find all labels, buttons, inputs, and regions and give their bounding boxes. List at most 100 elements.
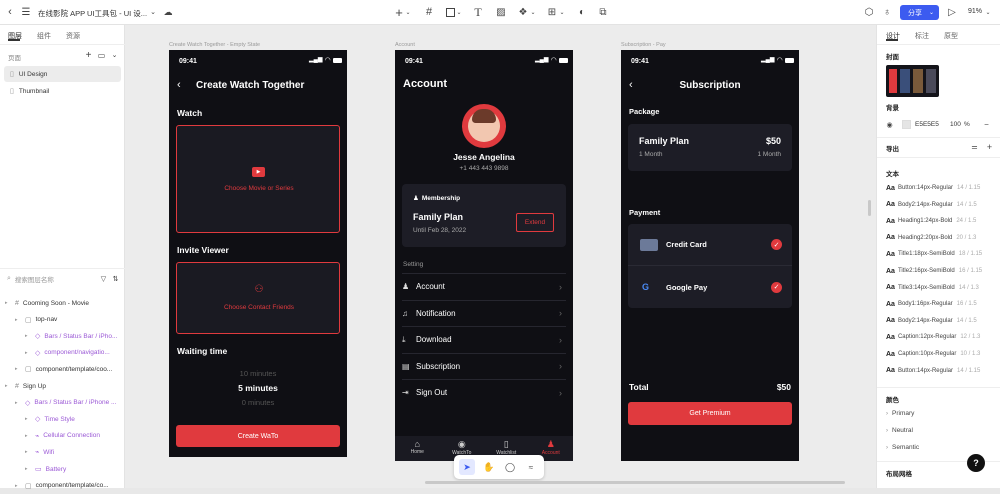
create-wato-button[interactable]: Create WaTo (176, 425, 340, 447)
text-style-item[interactable]: Aa Button:14px-Regular 14 / 1.15 (877, 180, 1000, 196)
color-swatch[interactable] (902, 120, 911, 129)
play-icon[interactable]: ▷ (945, 5, 959, 19)
chevron-down-icon[interactable]: ⌄ (149, 7, 157, 17)
eye-icon[interactable]: ◉ (885, 120, 894, 129)
text-style-item[interactable]: Aa Caption:10px-Regular 10 / 1.3 (877, 346, 1000, 362)
horizontal-scrollbar[interactable] (425, 481, 845, 484)
text-style-item[interactable]: Aa Heading1:24px-Bold 24 / 1.5 (877, 213, 1000, 229)
tab-assets[interactable]: 资源 (66, 31, 80, 41)
settings-item[interactable]: ♫ Notification › (402, 299, 566, 326)
expand-arrow-icon[interactable]: ▸ (25, 433, 31, 439)
expand-arrow-icon[interactable]: ▸ (25, 466, 31, 472)
align-icon[interactable]: ⊞ (545, 5, 559, 19)
expand-arrow-icon[interactable]: ▸ (5, 383, 11, 389)
add-icon[interactable]: + (392, 5, 406, 20)
image-tool-icon[interactable]: ▨ (494, 5, 508, 19)
settings-item[interactable]: ⇥ Sign Out › (402, 379, 566, 405)
chevron-down-icon[interactable]: ⌄ (559, 7, 565, 17)
page-item-thumbnail[interactable]: ▯ Thumbnail (10, 87, 49, 96)
expand-arrow-icon[interactable]: ▸ (25, 333, 31, 339)
expand-arrow-icon[interactable]: ▸ (25, 449, 31, 455)
chevron-down-icon[interactable]: ⌄ (984, 7, 992, 17)
color-group-semantic[interactable]: › Semantic (886, 444, 919, 451)
mask-icon[interactable]: ◐ (575, 5, 589, 19)
vertical-scrollbar[interactable] (868, 200, 871, 216)
extend-button[interactable]: Extend (516, 213, 554, 232)
share-button[interactable]: 分享 ⌄ (900, 5, 939, 20)
collapse-icon[interactable]: ⇅ (111, 274, 120, 284)
layer-item[interactable]: ▸ ◇ Bars / Status Bar / iPhone ... (0, 395, 125, 411)
text-style-item[interactable]: Aa Title1:18px-SemiBold 18 / 1.15 (877, 246, 1000, 262)
layer-item[interactable]: ▸ # Sign Up (0, 378, 125, 394)
layer-item[interactable]: ▸ # Cooming Soon - Movie (0, 295, 125, 311)
time-option-selected[interactable]: 5 minutes (169, 383, 347, 393)
back-icon[interactable]: ‹ (4, 6, 16, 18)
layer-item[interactable]: ▸ ▢ component/template/co... (0, 478, 125, 494)
add-icon[interactable]: + (985, 142, 994, 152)
payment-option-credit-card[interactable]: Credit Card ✓ (628, 224, 792, 266)
layer-search-input[interactable]: 搜索图层名称 (15, 274, 54, 284)
layer-item[interactable]: ▸ ⌁ Wifi (0, 444, 125, 460)
expand-arrow-icon[interactable]: ▸ (25, 350, 31, 356)
choose-friends-area[interactable]: ⚇ Choose Contact Friends (176, 262, 340, 334)
phone-account[interactable]: 09:41 ▂▄▆ ◠ Account Jesse Angelina +1 44… (395, 50, 573, 461)
text-style-item[interactable]: Aa Body2:14px-Regular 14 / 1.5 (877, 313, 1000, 329)
bg-opacity[interactable]: 100 (950, 121, 961, 128)
settings-item[interactable]: ▤ Subscription › (402, 352, 566, 379)
get-premium-button[interactable]: Get Premium (628, 402, 792, 425)
check-icon[interactable]: ✓ (771, 281, 782, 293)
tab-prototype[interactable]: 原型 (944, 31, 958, 41)
bg-hex[interactable]: E5E5E5 (915, 121, 939, 128)
crop-icon[interactable]: ⧉ (596, 5, 610, 19)
settings-icon[interactable]: ⚌ (970, 142, 979, 151)
frame-label[interactable]: Subscription - Pay (621, 42, 666, 48)
text-style-item[interactable]: Aa Body2:14px-Regular 14 / 1.5 (877, 197, 1000, 213)
layer-item[interactable]: ▸ ▢ top-nav (0, 312, 125, 328)
layer-item[interactable]: ▸ ◇ Bars / Status Bar / iPho... (0, 328, 125, 344)
expand-arrow-icon[interactable]: ▸ (15, 400, 21, 406)
tab-annotate[interactable]: 标注 (915, 31, 929, 41)
choose-movie-area[interactable]: ▶ Choose Movie or Series (176, 125, 340, 233)
minus-icon[interactable]: − (982, 120, 991, 129)
settings-item[interactable]: ♟ Account › (402, 273, 566, 299)
payment-option-google-pay[interactable]: G Google Pay ✓ (628, 266, 792, 308)
more-icon[interactable]: ≈ (523, 459, 539, 475)
layer-item[interactable]: ▸ ⌁ Cellular Connection (0, 428, 125, 444)
file-title[interactable]: 在线影院 APP UI工具包 - UI 设... (38, 8, 147, 19)
expand-arrow-icon[interactable]: ▸ (15, 317, 21, 323)
bulb-icon[interactable]: ♁ (880, 5, 894, 19)
chevron-down-icon[interactable]: ⌄ (405, 7, 411, 17)
text-style-item[interactable]: Aa Heading2:20px-Bold 20 / 1.3 (877, 230, 1000, 246)
page-list-icon[interactable]: ▭ (97, 50, 106, 60)
cursor-icon[interactable]: ➤ (459, 459, 475, 475)
layer-item[interactable]: ▸ ◇ component/navigatio... (0, 345, 125, 361)
layer-search[interactable]: ⌕ 搜索图层名称 (7, 274, 54, 284)
expand-arrow-icon[interactable]: ▸ (25, 416, 31, 422)
text-tool-icon[interactable]: T (471, 5, 485, 19)
text-style-item[interactable]: Aa Body1:16px-Regular 16 / 1.5 (877, 296, 1000, 312)
chevron-down-icon[interactable]: ⌄ (110, 50, 119, 60)
back-icon[interactable]: ‹ (177, 79, 181, 91)
phone-subscription[interactable]: 09:41 ▂▄▆ ◠ ‹ Subscription Package Famil… (621, 50, 799, 461)
expand-arrow-icon[interactable]: ▸ (5, 300, 11, 306)
package-card[interactable]: Family Plan 1 Month $50 1 Month (628, 124, 792, 171)
frame-tool-icon[interactable]: # (422, 5, 436, 19)
color-group-neutral[interactable]: › Neutral (886, 427, 913, 434)
text-style-item[interactable]: Aa Title2:16px-SemiBold 16 / 1.15 (877, 263, 1000, 279)
cover-thumbnail[interactable] (886, 65, 939, 97)
text-style-item[interactable]: Aa Title3:14px-SemiBold 14 / 1.3 (877, 280, 1000, 296)
layer-item[interactable]: ▸ ◇ Time Style (0, 411, 125, 427)
plugin-icon[interactable]: ⬡ (862, 5, 876, 19)
time-option[interactable]: 0 minutes (169, 398, 347, 407)
expand-arrow-icon[interactable]: ▸ (15, 366, 21, 372)
phone-create-watch-together[interactable]: 09:41 ▂▄▆ ◠ ‹ Create Watch Together Watc… (169, 50, 347, 457)
text-style-item[interactable]: Aa Button:14px-Regular 14 / 1.15 (877, 363, 1000, 379)
zoom-level[interactable]: 91% (968, 8, 982, 15)
component-icon[interactable]: ❖ (516, 5, 530, 19)
check-icon[interactable]: ✓ (771, 239, 782, 250)
hand-icon[interactable]: ✋ (481, 459, 497, 475)
text-style-item[interactable]: Aa Caption:12px-Regular 12 / 1.3 (877, 329, 1000, 345)
frame-label[interactable]: Create Watch Together - Empty State (169, 42, 260, 48)
add-page-icon[interactable]: + (84, 50, 93, 61)
comment-icon[interactable]: ◯ (502, 459, 518, 475)
